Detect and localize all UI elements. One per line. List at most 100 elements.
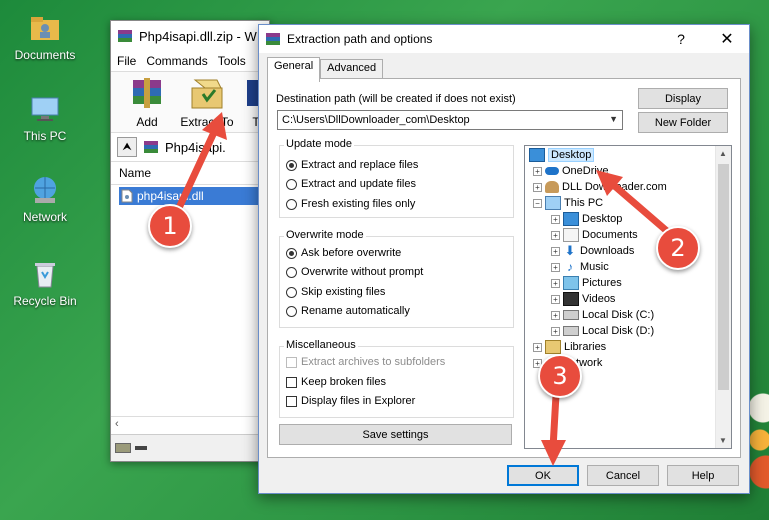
library-icon xyxy=(545,340,561,354)
option-label: Extract and replace files xyxy=(301,159,419,171)
dll-file-icon xyxy=(121,189,133,203)
expand-icon[interactable]: + xyxy=(551,230,560,240)
tree-node-pictures[interactable]: + Pictures xyxy=(551,275,622,291)
tree-vertical-scrollbar[interactable]: ▲ ▼ xyxy=(715,146,731,448)
drive-icon xyxy=(563,326,579,336)
close-button[interactable]: ✕ xyxy=(705,25,749,53)
option-label: Skip existing files xyxy=(301,286,386,298)
desktop-icon-network[interactable]: Network xyxy=(5,174,85,224)
winrar-titlebar: Php4isapi.dll.zip - W xyxy=(111,21,269,51)
radio-overwrite-without-prompt[interactable]: Overwrite without prompt xyxy=(286,266,423,278)
desktop-icon xyxy=(563,212,579,226)
tab-advanced[interactable]: Advanced xyxy=(320,59,384,79)
checkbox xyxy=(286,376,297,388)
key-icon xyxy=(135,446,147,450)
extract-to-label: Extract To xyxy=(180,115,234,129)
cancel-button[interactable]: Cancel xyxy=(587,465,659,486)
check-display-in-explorer[interactable]: Display files in Explorer xyxy=(286,395,415,407)
radio-skip-existing[interactable]: Skip existing files xyxy=(286,286,385,298)
winrar-app-icon xyxy=(266,33,280,45)
menu-commands[interactable]: Commands xyxy=(146,54,207,68)
tree-node-pc-desktop[interactable]: + Desktop xyxy=(551,211,622,227)
expand-icon[interactable]: + xyxy=(551,262,560,272)
question-icon: ? xyxy=(677,31,685,47)
option-label: Rename automatically xyxy=(301,305,410,317)
menu-file[interactable]: File xyxy=(117,54,136,68)
winrar-toolbar: Add Extract To T xyxy=(111,71,269,133)
expand-icon[interactable]: + xyxy=(551,278,560,288)
tree-label: Documents xyxy=(582,229,638,241)
help-title-button[interactable]: ? xyxy=(659,25,703,53)
expand-icon[interactable]: + xyxy=(551,246,560,256)
tree-node-desktop[interactable]: Desktop xyxy=(529,147,595,163)
new-folder-button[interactable]: New Folder xyxy=(638,112,728,133)
expand-icon[interactable]: + xyxy=(551,294,560,304)
radio-rename-automatically[interactable]: Rename automatically xyxy=(286,305,410,317)
scroll-down-icon[interactable]: ▼ xyxy=(719,436,727,445)
archive-path[interactable]: Php4isapi. xyxy=(165,140,226,155)
check-keep-broken-files[interactable]: Keep broken files xyxy=(286,376,386,388)
add-button[interactable]: Add xyxy=(119,76,175,129)
radio-ask-before-overwrite[interactable]: Ask before overwrite xyxy=(286,247,401,259)
destination-path-combo[interactable]: C:\Users\DllDownloader_com\Desktop ▼ xyxy=(277,110,623,130)
radio-unselected xyxy=(286,178,297,190)
expand-icon[interactable]: + xyxy=(551,326,560,336)
tree-label: Downloads xyxy=(580,245,635,257)
radio-fresh-existing[interactable]: Fresh existing files only xyxy=(286,198,415,210)
desktop-icon-label: Documents xyxy=(14,48,76,62)
dialog-title: Extraction path and options xyxy=(287,32,433,46)
desktop-icon-recycle-bin[interactable]: Recycle Bin xyxy=(5,258,85,308)
desktop-icon-label: Network xyxy=(22,210,67,224)
tree-node-libraries[interactable]: + Libraries xyxy=(533,339,606,355)
display-button[interactable]: Display xyxy=(638,88,728,109)
collapse-icon[interactable]: − xyxy=(533,198,542,208)
tree-node-this-pc[interactable]: − This PC xyxy=(533,195,603,211)
ok-button[interactable]: OK xyxy=(507,465,579,486)
radio-extract-update[interactable]: Extract and update files xyxy=(286,178,416,190)
download-arrow-icon: ⬇ xyxy=(564,243,576,258)
radio-selected xyxy=(286,247,297,259)
expand-icon[interactable]: + xyxy=(533,182,542,192)
tree-node-documents[interactable]: + Documents xyxy=(551,227,638,243)
radio-extract-replace[interactable]: Extract and replace files xyxy=(286,159,418,171)
radio-unselected xyxy=(286,286,297,298)
misc-title: Miscellaneous xyxy=(284,339,358,351)
scroll-up-icon[interactable]: ▲ xyxy=(719,149,727,158)
tree-label: OneDrive xyxy=(562,165,609,177)
horizontal-scrollbar[interactable]: ‹ xyxy=(111,416,269,431)
tree-label: Libraries xyxy=(564,341,607,353)
music-note-icon: ♪ xyxy=(567,260,573,274)
extract-to-button[interactable]: Extract To xyxy=(179,76,235,129)
scrollbar-thumb[interactable] xyxy=(718,164,729,390)
radio-unselected xyxy=(286,305,297,317)
menu-tools[interactable]: Tools xyxy=(218,54,246,68)
tree-node-downloads[interactable]: + ⬇ Downloads xyxy=(551,243,634,259)
folder-tree[interactable]: Desktop + OneDrive + DLL Downloader.com … xyxy=(524,145,732,449)
save-settings-button[interactable]: Save settings xyxy=(279,424,512,445)
expand-icon[interactable]: + xyxy=(551,214,560,224)
tree-label: Local Disk (C:) xyxy=(582,309,655,321)
tree-node-music[interactable]: + ♪ Music xyxy=(551,259,609,275)
expand-icon[interactable]: + xyxy=(533,342,542,352)
overwrite-mode-title: Overwrite mode xyxy=(284,229,366,241)
file-row[interactable]: php4isapi.dll xyxy=(119,187,269,205)
expand-icon[interactable]: + xyxy=(551,310,560,320)
tree-node-onedrive[interactable]: + OneDrive xyxy=(533,163,608,179)
option-label: Extract archives to subfolders xyxy=(301,356,446,368)
tree-node-dll-downloader[interactable]: + DLL Downloader.com xyxy=(533,179,667,195)
desktop-icon-documents[interactable]: Documents xyxy=(5,12,85,62)
tree-node-local-disk-c[interactable]: + Local Disk (C:) xyxy=(551,307,654,323)
radio-selected xyxy=(286,159,297,171)
tree-node-local-disk-d[interactable]: + Local Disk (D:) xyxy=(551,323,654,339)
tree-node-videos[interactable]: + Videos xyxy=(551,291,615,307)
column-header-name[interactable]: Name xyxy=(111,162,269,185)
tab-general[interactable]: General xyxy=(267,57,321,82)
cloud-icon xyxy=(545,167,559,175)
documents-icon xyxy=(563,228,579,242)
expand-icon[interactable]: + xyxy=(533,166,542,176)
desktop-icon-this-pc[interactable]: This PC xyxy=(5,93,85,143)
help-button[interactable]: Help xyxy=(667,465,739,486)
option-label: Keep broken files xyxy=(301,376,386,388)
up-folder-button[interactable]: ⮝ xyxy=(117,137,137,157)
desktop-icon-label: This PC xyxy=(23,129,67,143)
